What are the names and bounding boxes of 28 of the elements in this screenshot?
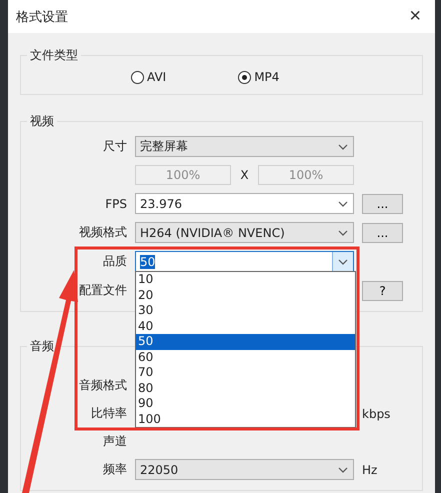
field-label: 视频格式 [79,224,127,241]
more-button[interactable]: ... [362,194,403,214]
unit-label: Hz [362,462,378,476]
list-option[interactable]: 50 [136,334,355,350]
more-button[interactable]: ? [362,280,403,300]
caret-icon [338,466,348,472]
field-label: FPS [105,196,127,210]
field-label: 声道 [103,433,127,450]
field-label: 尺寸 [103,138,127,155]
field-label: 比特率 [91,405,127,422]
caret-icon [338,200,348,206]
radio-option[interactable]: AVI [131,70,166,84]
radio-option[interactable]: MP4 [238,70,280,84]
unit-label: kbps [362,406,392,420]
field-label: 音频格式 [79,377,127,394]
caret-icon [338,230,348,236]
group-title: 音频 [29,338,55,355]
field-label: 频率 [103,461,127,478]
field-label: 配置文件 [79,282,127,299]
dropdown[interactable]: 23.976 [135,193,354,214]
field-label: 品质 [103,253,127,270]
separator-text: X [239,168,250,182]
caret-icon [338,144,348,150]
group-title: 视频 [29,113,55,130]
window-title: 格式设置 [16,8,68,26]
close-button[interactable]: × [405,5,425,28]
group-title: 文件类型 [29,47,79,64]
caret-icon [338,258,348,264]
